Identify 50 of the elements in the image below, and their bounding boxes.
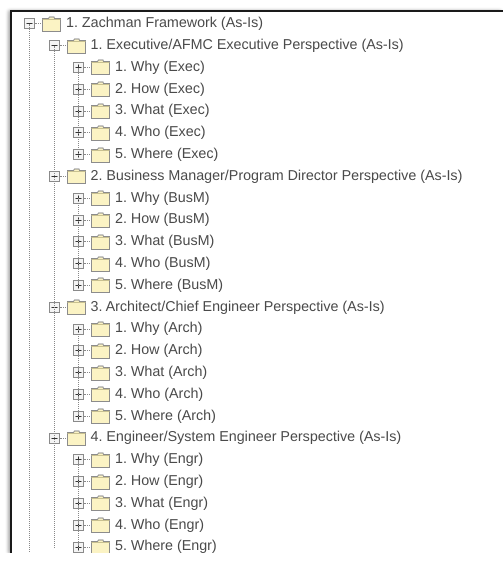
tree-item[interactable]: 5. Where (BusM) bbox=[115, 274, 224, 296]
tree-item[interactable]: 5. Where (Engr) bbox=[115, 536, 217, 553]
expand-icon[interactable] bbox=[73, 324, 84, 335]
expand-icon[interactable] bbox=[73, 345, 84, 356]
expand-icon[interactable] bbox=[73, 214, 84, 226]
tree-item[interactable]: 1. Why (Arch) bbox=[115, 318, 202, 340]
expand-icon[interactable] bbox=[73, 258, 84, 270]
tree-item[interactable]: 4. Who (Arch) bbox=[115, 384, 204, 406]
tree-item[interactable]: 3. What (Arch) bbox=[115, 362, 208, 384]
collapse-icon[interactable] bbox=[48, 170, 60, 182]
tree-item[interactable]: 5. Where (Exec) bbox=[115, 144, 218, 166]
tree-item[interactable]: 3. Architect/Chief Engineer Perspective (As-Is) bbox=[90, 296, 385, 318]
tree-item[interactable]: 5. Where (Arch) bbox=[115, 406, 216, 427]
expand-icon[interactable] bbox=[73, 498, 84, 509]
tree-item[interactable]: 1. Why (Exec) bbox=[115, 56, 205, 78]
tree-item[interactable]: 1. Zachman Framework (As-Is) bbox=[66, 13, 264, 35]
expand-icon[interactable] bbox=[73, 106, 84, 117]
expand-icon[interactable] bbox=[73, 280, 84, 291]
tree-item[interactable]: 3. What (Exec) bbox=[115, 100, 210, 122]
tree-item[interactable]: 2. How (Engr) bbox=[115, 470, 204, 492]
tree-item[interactable]: 4. Who (Exec) bbox=[115, 122, 206, 144]
expand-icon[interactable] bbox=[73, 84, 84, 95]
expand-icon[interactable] bbox=[73, 388, 84, 400]
tree-item[interactable]: 4. Who (Engr) bbox=[115, 514, 204, 536]
expand-icon[interactable] bbox=[73, 454, 84, 466]
expand-icon[interactable] bbox=[73, 367, 84, 378]
tree-item[interactable]: 2. How (Exec) bbox=[115, 78, 205, 100]
collapse-icon[interactable] bbox=[48, 302, 60, 313]
tree-item[interactable]: 1. Executive/AFMC Executive Perspective (As-Is) bbox=[90, 34, 404, 56]
expand-icon[interactable] bbox=[73, 410, 84, 422]
tree-item[interactable]: 1. Why (Engr) bbox=[115, 449, 204, 471]
expand-icon[interactable] bbox=[73, 476, 84, 488]
expand-icon[interactable] bbox=[73, 236, 84, 248]
expand-icon[interactable] bbox=[73, 542, 84, 553]
expand-icon[interactable] bbox=[73, 62, 84, 73]
expand-icon[interactable] bbox=[73, 192, 84, 204]
expand-icon[interactable] bbox=[73, 520, 84, 531]
tree-item[interactable]: 3. What (Engr) bbox=[115, 492, 208, 514]
expand-icon[interactable] bbox=[73, 127, 84, 138]
collapse-icon[interactable] bbox=[48, 432, 60, 444]
tree-item[interactable]: 2. How (Arch) bbox=[115, 340, 202, 362]
tree-item[interactable]: 2. Business Manager/Program Director Perspective (As-Is) bbox=[90, 166, 462, 188]
collapse-icon[interactable] bbox=[24, 18, 35, 30]
tree-item[interactable]: 3. What (BusM) bbox=[115, 231, 214, 253]
expand-icon[interactable] bbox=[73, 149, 84, 160]
tree-item[interactable]: 4. Engineer/System Engineer Perspective (As-Is) bbox=[90, 427, 402, 449]
collapse-icon[interactable] bbox=[48, 40, 60, 52]
tree-item[interactable]: 2. How (BusM) bbox=[115, 209, 210, 231]
tree-item[interactable]: 1. Why (BusM) bbox=[115, 188, 210, 209]
tree-item[interactable]: 4. Who (BusM) bbox=[115, 252, 210, 274]
